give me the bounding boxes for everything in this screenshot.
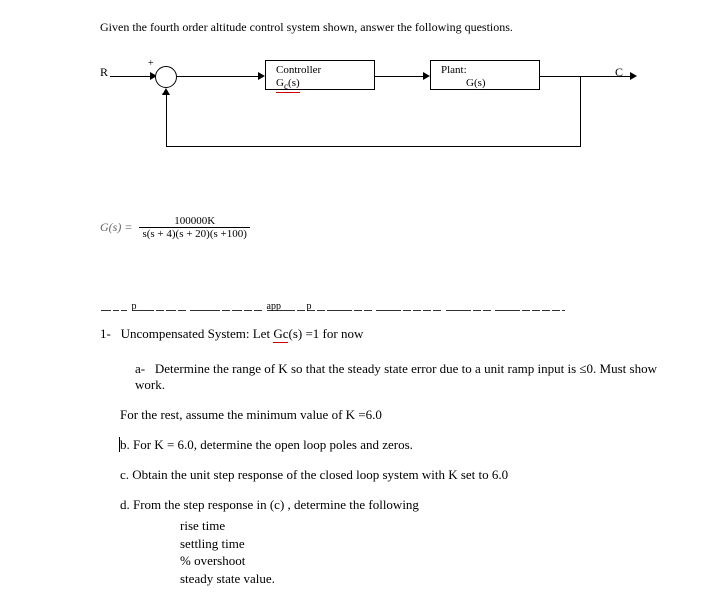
plant-tf: G(s) xyxy=(441,77,529,90)
d-item-2: % overshoot xyxy=(180,552,663,570)
c-label: C xyxy=(615,65,623,80)
gc-g: G xyxy=(276,77,284,89)
r-label: R xyxy=(100,65,108,80)
d-num: d. xyxy=(120,497,130,512)
eq-numerator: 100000K xyxy=(139,215,249,228)
controller-block: Controller Gc(s) xyxy=(265,60,375,90)
d-item-3: steady state value. xyxy=(180,570,663,588)
b-text: For K = 6.0, determine the open loop pol… xyxy=(130,437,413,452)
part-d: d. From the step response in (c) , deter… xyxy=(120,497,663,513)
eq-denominator: s(s + 4)(s + 20)(s +100) xyxy=(139,228,249,240)
part-b: b. For K = 6.0, determine the open loop … xyxy=(120,437,663,453)
part-c: c. Obtain the unit step response of the … xyxy=(120,467,663,483)
plus-sign: + xyxy=(148,58,154,69)
controller-tf: Gc(s) xyxy=(276,77,300,93)
page-title: Given the fourth order altitude control … xyxy=(100,20,663,35)
partial-cutoff-text: p appp xyxy=(100,300,663,311)
q1-after: (s) =1 for now xyxy=(288,326,363,341)
summing-junction xyxy=(155,66,177,88)
d-item-1: settling time xyxy=(180,535,663,553)
a-num: a- xyxy=(135,361,145,376)
c-text: Obtain the unit step response of the clo… xyxy=(129,467,508,482)
block-diagram: R C + - Controller Gc(s) Plant: G(s) xyxy=(100,60,663,190)
b-num: b. xyxy=(119,437,130,452)
min-k-note: For the rest, assume the minimum value o… xyxy=(120,407,663,423)
transfer-function: G(s) = 100000K s(s + 4)(s + 20)(s +100) xyxy=(100,215,663,240)
gc-arg: (s) xyxy=(288,77,300,89)
plant-title: Plant: xyxy=(441,64,529,77)
controller-title: Controller xyxy=(276,64,364,77)
plant-block: Plant: G(s) xyxy=(430,60,540,90)
a-text: Determine the range of K so that the ste… xyxy=(135,361,657,392)
d-text: From the step response in (c) , determin… xyxy=(130,497,419,512)
q1-gc: Gc xyxy=(273,326,288,343)
d-item-0: rise time xyxy=(180,517,663,535)
c-num: c. xyxy=(120,467,129,482)
eq-lhs: G(s) = xyxy=(100,220,132,235)
part-a: a- Determine the range of K so that the … xyxy=(135,361,663,393)
q1-num: 1- xyxy=(100,326,111,341)
question-1: 1- Uncompensated System: Let Gc(s) =1 fo… xyxy=(100,326,663,343)
q1-text: Uncompensated System: Let xyxy=(121,326,274,341)
